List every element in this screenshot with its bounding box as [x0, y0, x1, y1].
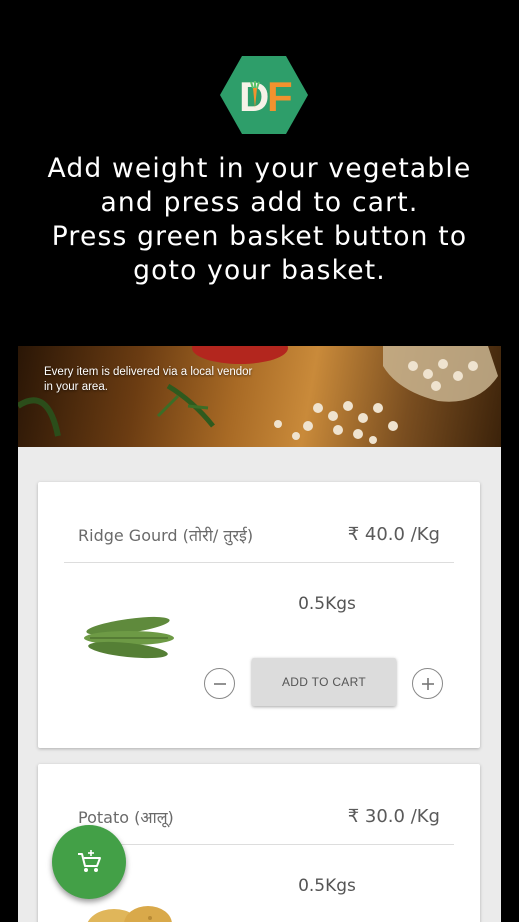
- svg-text:F: F: [267, 73, 293, 120]
- product-price: ₹ 40.0 /Kg: [347, 524, 440, 545]
- divider: [64, 844, 454, 845]
- banner-text: Every item is delivered via a local vend…: [44, 366, 253, 393]
- add-to-cart-button[interactable]: ADD TO CART: [252, 658, 396, 706]
- basket-button[interactable]: [52, 825, 126, 899]
- product-card: Ridge Gourd (तोरी/ तुरई) ₹ 40.0 /Kg 0.5K…: [38, 482, 480, 748]
- weight-value: 0.5Kgs: [298, 594, 356, 614]
- product-price: ₹ 30.0 /Kg: [347, 806, 440, 827]
- instruction-text: Add weight in your vegetable and press a…: [47, 153, 472, 286]
- weight-value: 0.5Kgs: [298, 876, 356, 896]
- basket-cart-icon: [78, 850, 101, 872]
- app-logo: D F: [220, 56, 308, 134]
- ridge-gourd-image: [82, 610, 176, 669]
- product-name: Ridge Gourd (तोरी/ तुरई): [78, 526, 254, 545]
- divider: [64, 562, 454, 563]
- plus-circle-icon[interactable]: [412, 668, 443, 699]
- banner-image: [18, 346, 498, 444]
- minus-circle-icon[interactable]: [204, 668, 235, 699]
- delivery-banner: Every item is delivered via a local vend…: [18, 346, 501, 447]
